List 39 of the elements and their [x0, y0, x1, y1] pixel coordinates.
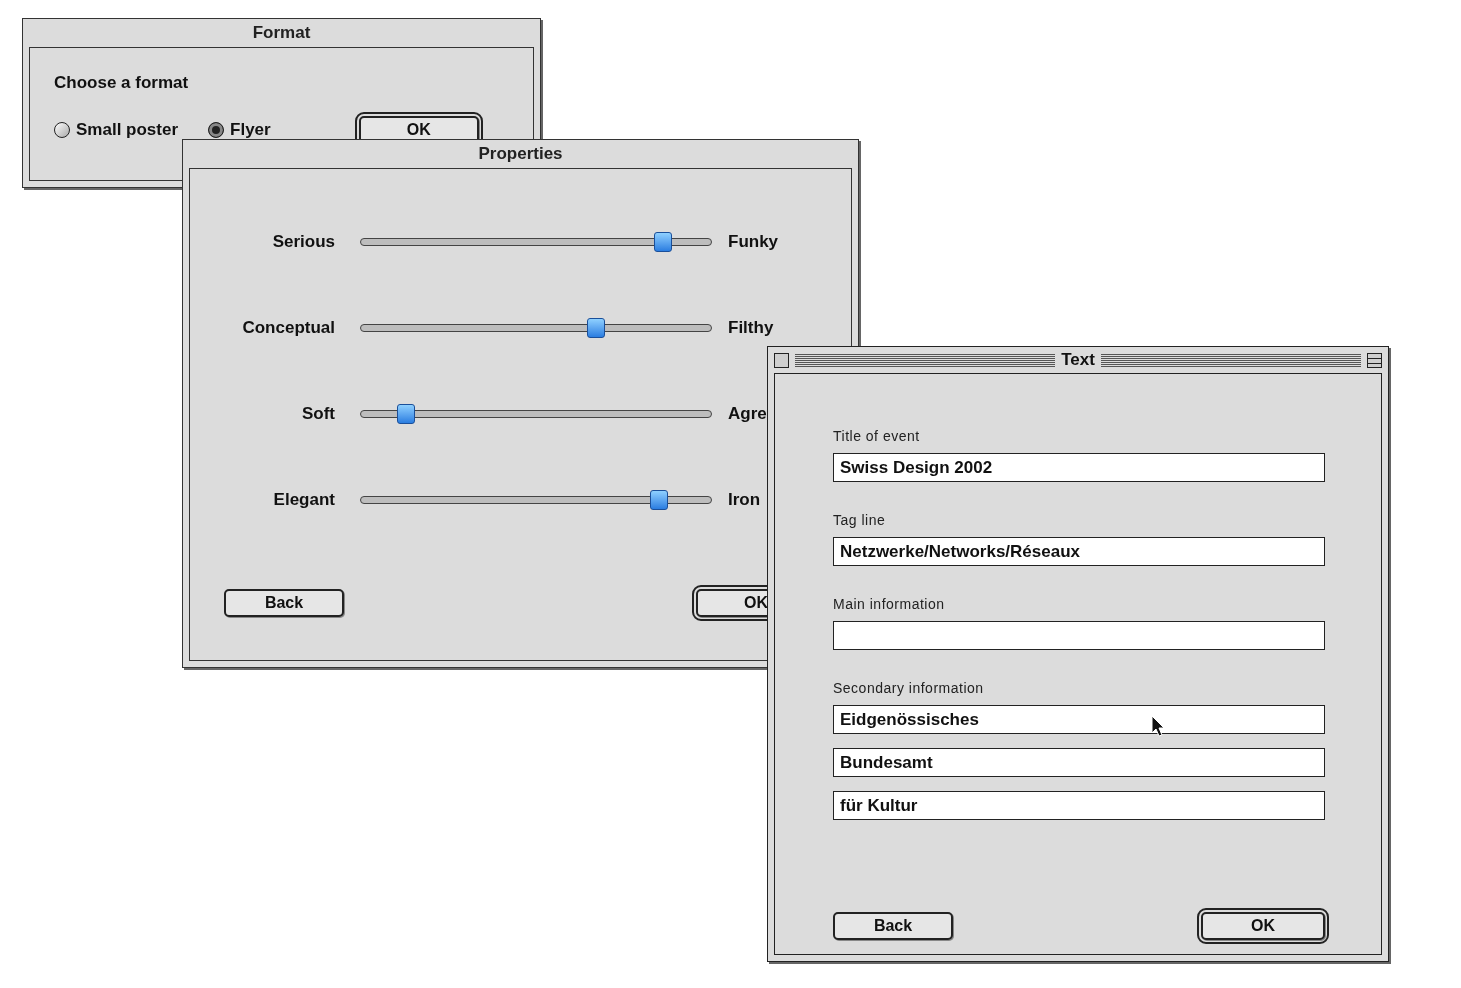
field-label: Main information: [833, 595, 946, 614]
window-title: Properties: [478, 143, 563, 166]
text-field[interactable]: Bundesamt: [833, 748, 1325, 777]
radio-button[interactable]: [208, 121, 225, 138]
slider-label: Serious: [271, 231, 335, 254]
radio-option[interactable]: Flyer: [208, 116, 271, 143]
field-label: Secondary information: [833, 679, 985, 698]
slider-label: Filthy: [728, 317, 774, 340]
window-title: Text: [1061, 349, 1095, 372]
close-box-icon[interactable]: [774, 352, 789, 368]
back-button[interactable]: Back: [833, 912, 953, 940]
slider-label: Elegant: [272, 489, 335, 512]
text-field[interactable]: Swiss Design 2002: [833, 453, 1325, 482]
slider-thumb[interactable]: [396, 404, 415, 424]
slider[interactable]: [360, 489, 712, 511]
collapse-box-icon[interactable]: [1367, 352, 1382, 368]
radio-button[interactable]: [54, 121, 70, 138]
window-title: Format: [252, 22, 311, 45]
slider[interactable]: [360, 317, 712, 339]
text-field[interactable]: [833, 621, 1325, 650]
pointer-icon: [1151, 715, 1165, 737]
back-button[interactable]: Back: [224, 589, 344, 617]
slider-thumb[interactable]: [650, 490, 669, 510]
slider-thumb[interactable]: [586, 318, 605, 338]
field-label: Tag line: [833, 511, 887, 530]
slider-label: Funky: [728, 231, 779, 254]
radio-option[interactable]: Small poster: [54, 116, 179, 143]
text-field[interactable]: Netzwerke/Networks/Réseaux: [833, 537, 1325, 566]
slider[interactable]: [360, 403, 712, 425]
slider[interactable]: [360, 231, 712, 253]
slider-label: Iron: [728, 489, 761, 512]
field-label: Title of event: [833, 427, 921, 446]
text-field[interactable]: für Kultur: [833, 791, 1325, 820]
text-field[interactable]: Eidgenössisches: [833, 705, 1325, 734]
slider-thumb[interactable]: [653, 232, 672, 252]
slider-label: Agre: [728, 403, 767, 426]
slider-label: Soft: [300, 403, 335, 426]
prompt-text: Choose a format: [54, 72, 190, 94]
slider-label: Conceptual: [241, 317, 335, 340]
